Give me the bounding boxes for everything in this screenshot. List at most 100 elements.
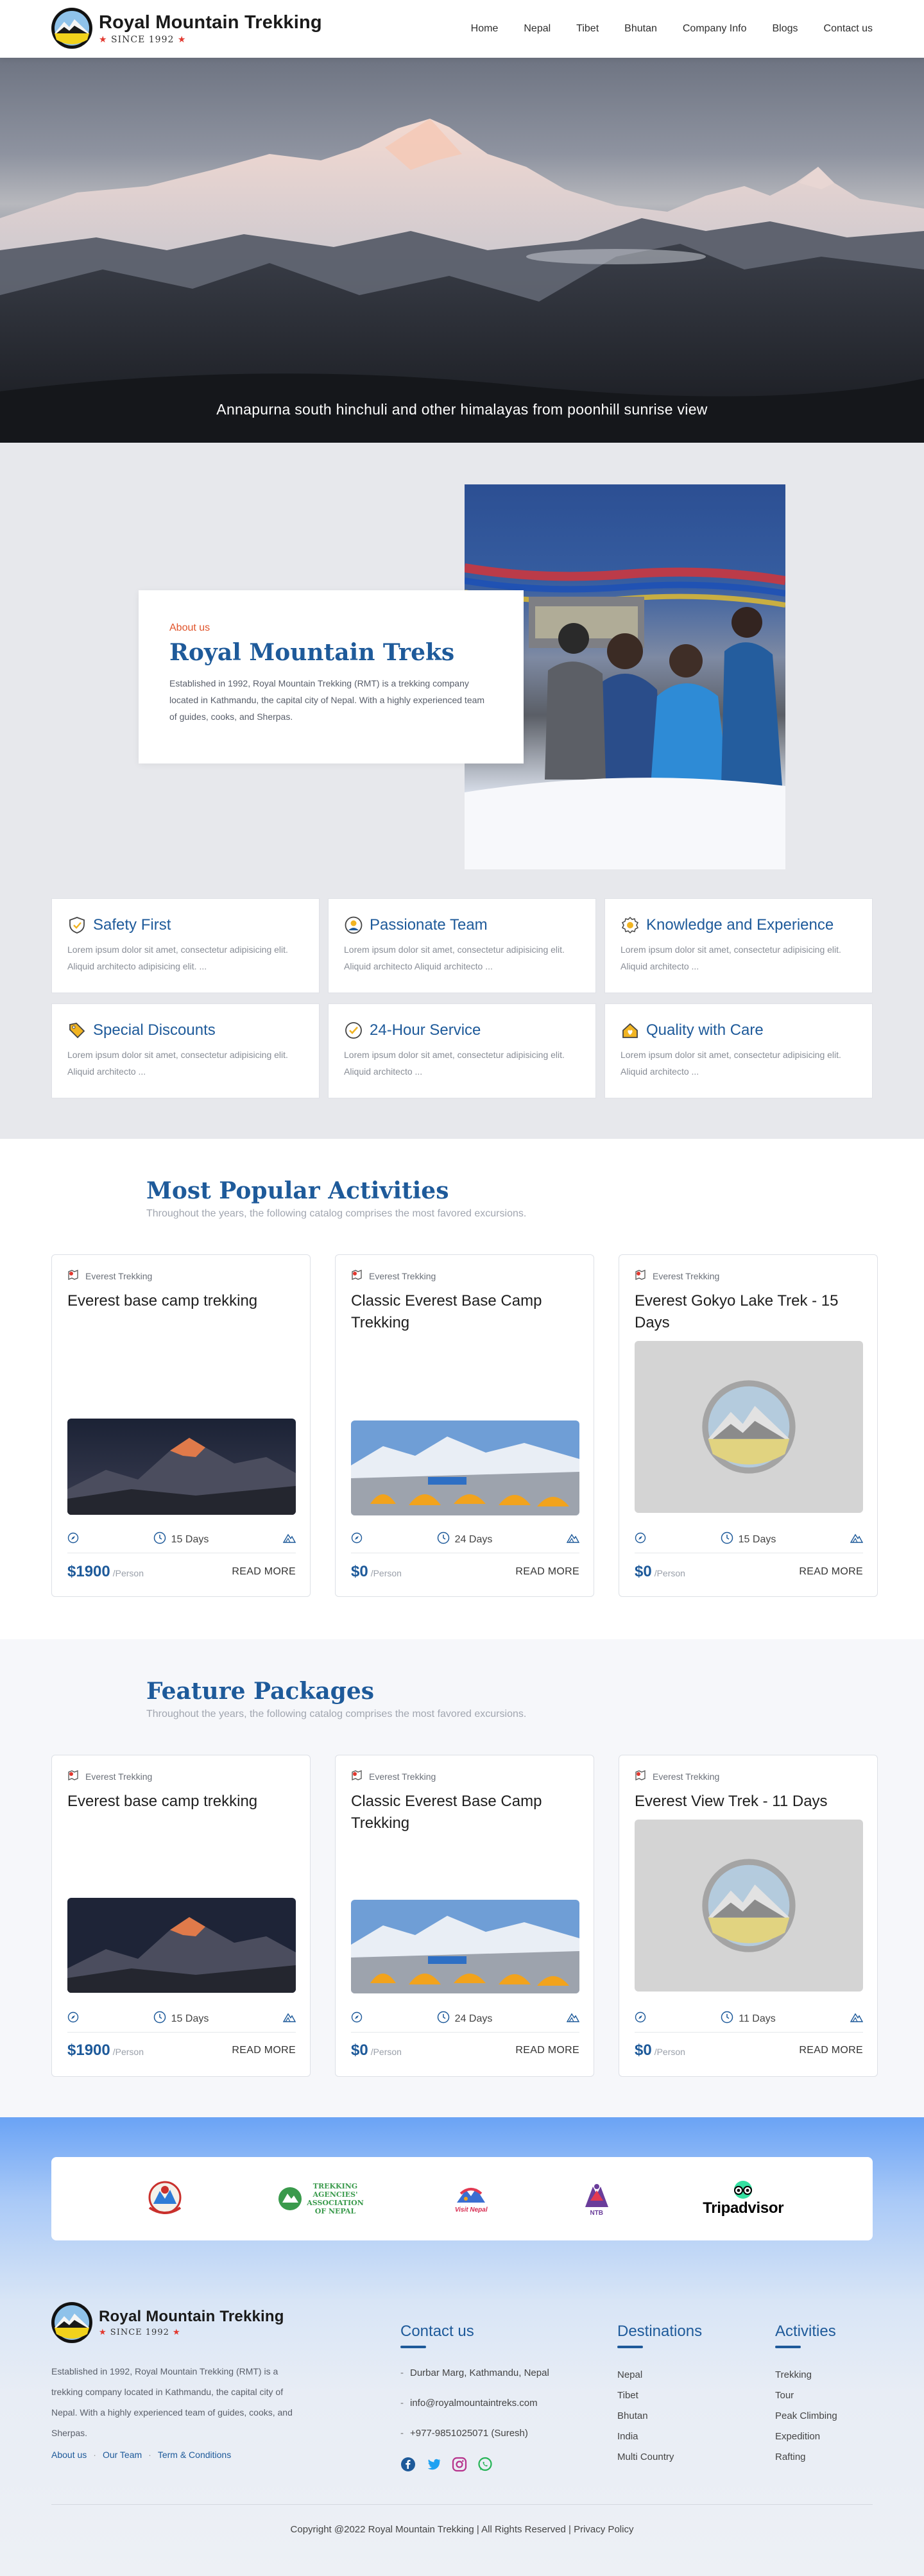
footer-link-terms[interactable]: Term & Conditions [158,2450,231,2460]
main-nav: Home Nepal Tibet Bhutan Company Info Blo… [471,0,873,58]
activity-link[interactable]: Expedition [775,2431,820,2442]
destination-link[interactable]: Nepal [617,2369,642,2380]
contact-phone-link[interactable]: +977-9851025071 (Suresh) [410,2428,528,2439]
card-days: 24 Days [454,2013,493,2024]
visit-nepal-logo[interactable]: Visit Nepal [452,2185,490,2213]
feature-title: Safety First [93,916,171,934]
package-card[interactable]: Everest Trekking Everest base camp trekk… [51,1755,311,2077]
nav-nepal[interactable]: Nepal [524,23,551,35]
nav-company-info[interactable]: Company Info [683,23,747,35]
nav-home[interactable]: Home [471,23,499,35]
taan-text: TREKKING AGENCIES' ASSOCIATION OF NEPAL [307,2182,364,2215]
price-unit: /Person [370,1568,402,1578]
mountain-icon [282,2011,296,2026]
instagram-icon[interactable] [452,2457,467,2475]
sunset-peak-image[interactable] [67,1419,296,1515]
twitter-icon[interactable] [426,2457,441,2475]
ntb-logo[interactable]: NTB [579,2181,615,2217]
feature-card: Passionate Team Lorem ipsum dolor sit am… [328,898,596,993]
activity-link[interactable]: Tour [775,2390,794,2401]
card-title[interactable]: Everest Gokyo Lake Trek - 15 Days [635,1290,862,1336]
card-meta: 11 Days [635,2006,864,2033]
hero-banner: Annapurna south hinchuli and other himal… [0,58,924,443]
destination-link[interactable]: India [617,2431,638,2442]
activity-link[interactable]: Peak Climbing [775,2410,837,2421]
nav-contact[interactable]: Contact us [824,23,873,35]
read-more-link[interactable]: READ MORE [232,2045,296,2056]
clock-icon [153,2011,166,2027]
map-pin-icon [67,1269,79,1283]
destination-link[interactable]: Multi Country [617,2452,674,2462]
card-meta: 24 Days [351,1526,580,1553]
feature-desc: Lorem ipsum dolor sit amet, consectetur … [67,944,288,971]
placeholder-logo-image[interactable] [635,1820,863,1992]
price-value: $1900 [67,2042,110,2059]
footer-link-about[interactable]: About us [51,2450,87,2460]
card-price: $0/Person [351,2042,402,2060]
card-days: 24 Days [454,1533,493,1545]
contact-phone[interactable]: - +977-9851025071 (Suresh) [400,2428,549,2439]
nepal-government-emblem[interactable] [141,2178,189,2219]
card-category: Everest Trekking [85,1270,153,1281]
tripadvisor-logo[interactable]: Tripadvisor [703,2180,784,2217]
brand-since: ★ SINCE 1992 ★ [99,35,322,45]
price-unit: /Person [654,1568,685,1578]
footer-link-team[interactable]: Our Team [103,2450,142,2460]
compass-icon [635,2011,646,2026]
destinations-list: Nepal Tibet Bhutan India Multi Country [617,2365,702,2468]
package-card[interactable]: Everest Trekking Everest View Trek - 11 … [619,1755,878,2077]
price-value: $0 [635,1563,652,1580]
activity-card[interactable]: Everest Trekking Classic Everest Base Ca… [335,1254,594,1597]
placeholder-logo-image[interactable] [635,1341,863,1513]
card-title[interactable]: Everest base camp trekking [67,1791,295,1837]
feature-card: Special Discounts Lorem ipsum dolor sit … [51,1003,320,1098]
base-camp-tents-image[interactable] [351,1900,579,1993]
read-more-link[interactable]: READ MORE [515,2045,579,2056]
card-days: 11 Days [739,2013,776,2024]
card-title[interactable]: Everest base camp trekking [67,1290,295,1336]
site-header: Royal Mountain Trekking ★ SINCE 1992 ★ H… [0,0,924,58]
activity-cards: Everest Trekking Everest base camp trekk… [51,1254,878,1597]
footer-activities: Activities Trekking Tour Peak Climbing E… [775,2323,837,2468]
read-more-link[interactable]: READ MORE [232,1566,296,1578]
destination-link[interactable]: Tibet [617,2390,638,2401]
destination-link[interactable]: Bhutan [617,2410,648,2421]
features-grid: Safety First Lorem ipsum dolor sit amet,… [51,898,873,1098]
taan-line: ASSOCIATION [307,2199,364,2207]
package-card[interactable]: Everest Trekking Classic Everest Base Ca… [335,1755,594,2077]
about-text: Established in 1992, Royal Mountain Trek… [169,678,485,722]
visit-nepal-text: Visit Nepal [454,2206,488,2213]
facebook-icon[interactable] [400,2457,416,2475]
sunset-peak-image[interactable] [67,1898,296,1993]
site-logo[interactable]: Royal Mountain Trekking ★ SINCE 1992 ★ [51,8,322,49]
price-unit: /Person [112,2047,144,2057]
activity-card[interactable]: Everest Trekking Everest Gokyo Lake Trek… [619,1254,878,1597]
whatsapp-icon[interactable] [477,2457,493,2475]
nav-blogs[interactable]: Blogs [772,23,798,35]
bullet-dash-icon: - [400,2428,404,2439]
activity-link[interactable]: Rafting [775,2452,806,2462]
feature-title: Special Discounts [93,1021,216,1039]
card-title[interactable]: Classic Everest Base Camp Trekking [351,1290,578,1336]
activity-card[interactable]: Everest Trekking Everest base camp trekk… [51,1254,311,1597]
nav-bhutan[interactable]: Bhutan [624,23,657,35]
taan-line: OF NEPAL [314,2207,356,2215]
nav-tibet[interactable]: Tibet [576,23,599,35]
contact-email[interactable]: - info@royalmountaintreks.com [400,2398,549,2409]
footer-logo[interactable]: Royal Mountain Trekking ★ SINCE 1992 ★ [51,2302,284,2343]
taan-logo[interactable]: TREKKING AGENCIES' ASSOCIATION OF NEPAL [277,2182,364,2215]
base-camp-tents-image[interactable] [351,1420,579,1515]
contact-email-link[interactable]: info@royalmountaintreks.com [410,2398,538,2409]
read-more-link[interactable]: READ MORE [799,1566,863,1578]
activities-title: Activities [775,2323,836,2340]
card-price: $1900/Person [67,1563,144,1581]
separator-dot: · [148,2450,151,2460]
mountain-icon [566,1532,580,1547]
compass-icon [635,1532,646,1547]
card-title[interactable]: Classic Everest Base Camp Trekking [351,1791,578,1837]
card-days: 15 Days [738,1533,776,1545]
activity-link[interactable]: Trekking [775,2369,812,2380]
read-more-link[interactable]: READ MORE [515,1566,579,1578]
read-more-link[interactable]: READ MORE [799,2045,863,2056]
map-pin-icon [635,1770,646,1783]
